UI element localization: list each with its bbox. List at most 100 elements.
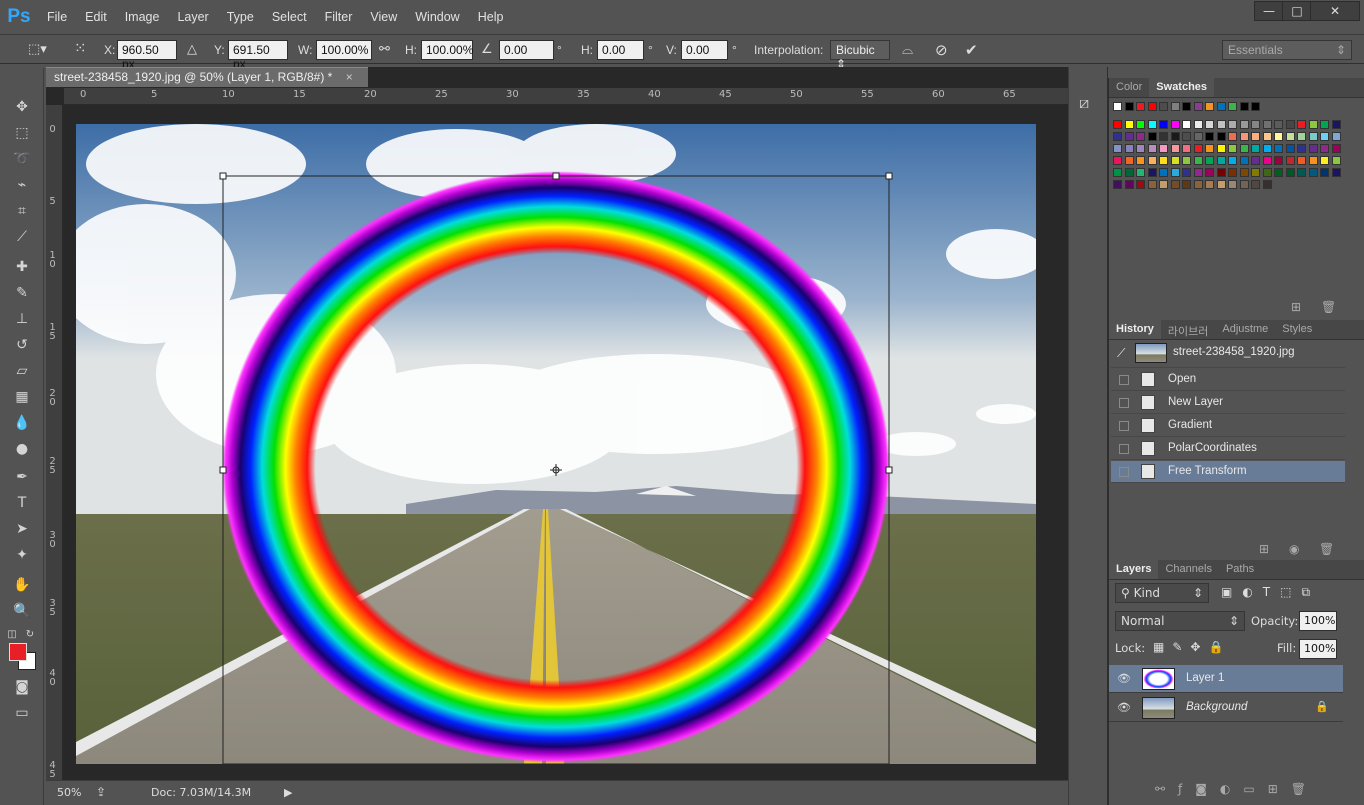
menu-filter[interactable]: Filter <box>316 10 362 24</box>
lock-icons[interactable]: ▦✎✥🔒 <box>1153 640 1231 654</box>
swatch[interactable] <box>1182 156 1191 165</box>
swatch[interactable] <box>1308 120 1318 129</box>
vertical-ruler[interactable]: 0 5 1 0 1 5 2 0 2 5 3 0 3 5 4 0 4 5 <box>46 105 63 780</box>
x-field[interactable]: 960.50 px <box>117 40 177 71</box>
swatch[interactable] <box>1136 168 1145 177</box>
menu-type[interactable]: Type <box>218 10 263 24</box>
swatch[interactable] <box>1193 180 1203 189</box>
close-document-icon[interactable]: × <box>346 70 353 84</box>
swatch[interactable] <box>1113 102 1122 111</box>
visibility-eye-icon[interactable]: 👁 <box>1117 672 1131 685</box>
swatch[interactable] <box>1228 156 1237 165</box>
swatch[interactable] <box>1239 120 1249 129</box>
history-brush-source-icon[interactable]: ⟋ <box>1117 346 1125 361</box>
swatch[interactable] <box>1262 180 1272 189</box>
swatch[interactable] <box>1147 168 1157 177</box>
blur-tool-icon[interactable]: 💧 <box>10 412 34 434</box>
tab-history[interactable]: History <box>1109 320 1161 339</box>
warp-icon[interactable]: ⌓ <box>902 41 913 58</box>
image-canvas[interactable] <box>76 124 1036 764</box>
swatch[interactable] <box>1228 120 1237 129</box>
opacity-field[interactable]: 100% <box>1299 611 1337 631</box>
swatch-grid[interactable] <box>1109 98 1364 298</box>
delete-swatch-icon[interactable]: 🗑 <box>1321 300 1336 314</box>
move-tool-icon[interactable]: ✥ <box>10 96 34 118</box>
swatch[interactable] <box>1136 132 1145 141</box>
swatch[interactable] <box>1239 180 1249 189</box>
swatch[interactable] <box>1262 168 1272 177</box>
swatch[interactable] <box>1239 102 1249 111</box>
swatch[interactable] <box>1113 168 1122 177</box>
delta-icon[interactable]: △ <box>187 41 197 57</box>
swatch[interactable] <box>1308 132 1318 141</box>
tab-libraries[interactable]: 라이브러 <box>1161 320 1215 339</box>
path-select-tool-icon[interactable]: ➤ <box>10 518 34 540</box>
brush-tool-icon[interactable]: ✎ <box>10 282 34 304</box>
eyedropper-tool-icon[interactable]: ⟋ <box>10 226 34 248</box>
swatch[interactable] <box>1182 144 1191 153</box>
swatch[interactable] <box>1274 156 1283 165</box>
layer-row[interactable]: 👁 Layer 1 <box>1109 665 1343 693</box>
swatch[interactable] <box>1297 156 1306 165</box>
swatch[interactable] <box>1274 120 1283 129</box>
swatch[interactable] <box>1205 168 1214 177</box>
zoom-level[interactable]: 50% <box>57 786 81 799</box>
swatch[interactable] <box>1182 180 1191 189</box>
swatch[interactable] <box>1193 168 1203 177</box>
swatch[interactable] <box>1193 102 1203 111</box>
swatch[interactable] <box>1216 144 1226 153</box>
document-tab[interactable]: street-238458_1920.jpg @ 50% (Layer 1, R… <box>46 67 368 87</box>
swatch[interactable] <box>1251 132 1260 141</box>
swatch[interactable] <box>1251 168 1260 177</box>
menu-image[interactable]: Image <box>116 10 169 24</box>
layer-row[interactable]: 👁 Background 🔒 <box>1109 694 1343 722</box>
close-window-button[interactable]: ✕ <box>1310 1 1360 21</box>
swatch[interactable] <box>1331 144 1341 153</box>
quick-mask-icon[interactable]: ◙ <box>10 676 34 698</box>
zoom-tool-icon[interactable]: 🔍 <box>10 600 34 622</box>
swatch[interactable] <box>1285 132 1295 141</box>
menu-window[interactable]: Window <box>406 10 468 24</box>
swatch[interactable] <box>1262 156 1272 165</box>
workspace-dropdown[interactable]: Essentials ⇕ <box>1222 40 1352 60</box>
swatch[interactable] <box>1113 144 1122 153</box>
w-field[interactable]: 100.00% <box>316 40 372 60</box>
swatch[interactable] <box>1216 132 1226 141</box>
eraser-tool-icon[interactable]: ▱ <box>10 360 34 382</box>
swatch[interactable] <box>1216 102 1226 111</box>
swatch[interactable] <box>1274 168 1283 177</box>
marquee-tool-icon[interactable]: ⬚ <box>10 122 34 144</box>
snapshot-camera-icon[interactable]: ◉ <box>1289 542 1299 556</box>
swatch[interactable] <box>1170 180 1180 189</box>
swatch[interactable] <box>1170 102 1180 111</box>
swatch[interactable] <box>1331 168 1341 177</box>
swatch[interactable] <box>1205 156 1214 165</box>
swatch[interactable] <box>1193 132 1203 141</box>
swatch[interactable] <box>1136 144 1145 153</box>
history-checkbox[interactable] <box>1119 444 1129 454</box>
swatch[interactable] <box>1239 144 1249 153</box>
swatch[interactable] <box>1308 156 1318 165</box>
tab-styles[interactable]: Styles <box>1275 320 1319 339</box>
swatch[interactable] <box>1147 156 1157 165</box>
swatch[interactable] <box>1136 120 1145 129</box>
swatch[interactable] <box>1159 102 1168 111</box>
swatch[interactable] <box>1182 120 1191 129</box>
swatch[interactable] <box>1170 156 1180 165</box>
cancel-transform-icon[interactable]: ⊘ <box>935 41 948 59</box>
tab-swatches[interactable]: Swatches <box>1149 78 1215 97</box>
swatch[interactable] <box>1159 132 1168 141</box>
swatch[interactable] <box>1205 144 1214 153</box>
swatch[interactable] <box>1147 180 1157 189</box>
swatch[interactable] <box>1228 180 1237 189</box>
share-icon[interactable]: ⇪ <box>96 785 106 799</box>
swatch[interactable] <box>1113 132 1122 141</box>
swatch[interactable] <box>1308 144 1318 153</box>
blend-mode-dropdown[interactable]: Normal ⇕ <box>1115 611 1245 631</box>
swatch[interactable] <box>1124 168 1134 177</box>
swatch[interactable] <box>1228 102 1237 111</box>
tab-channels[interactable]: Channels <box>1158 560 1218 579</box>
history-item[interactable]: Open <box>1111 369 1345 391</box>
interpolation-dropdown[interactable]: Bicubic ⇕ <box>830 40 890 71</box>
horizontal-ruler[interactable]: 0 5 10 15 20 25 30 35 40 45 50 55 60 65 <box>64 88 1068 105</box>
